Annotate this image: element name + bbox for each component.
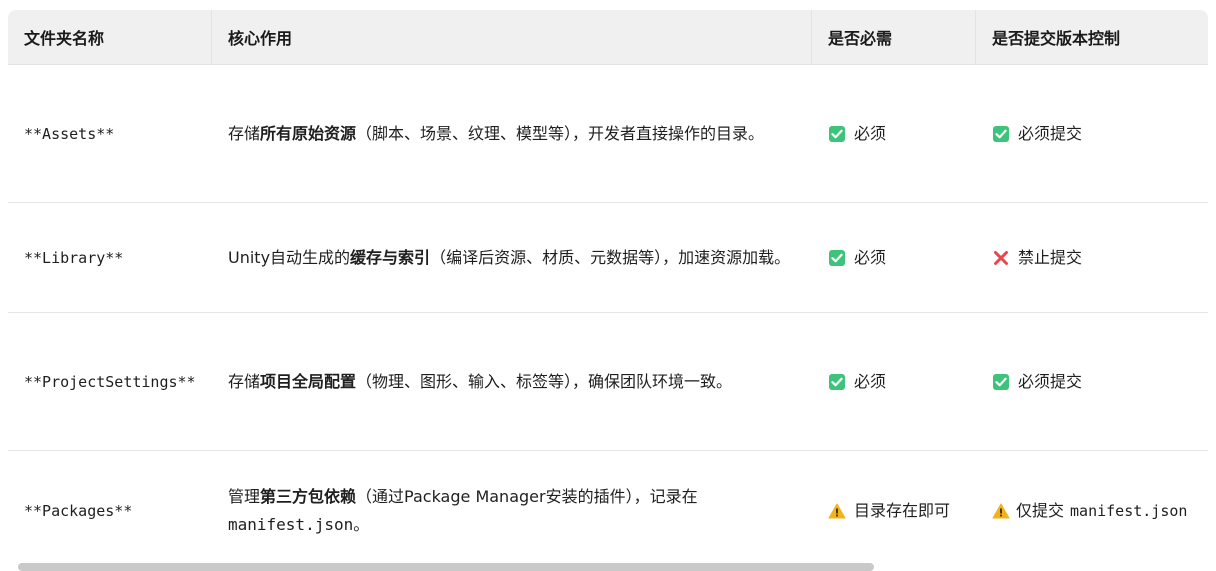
vc-cell: 必须提交	[976, 313, 1208, 450]
folder-name: **Library**	[24, 248, 124, 267]
table-row: **Packages** 管理第三方包依赖（通过Package Manager安…	[8, 451, 1208, 571]
check-icon	[828, 125, 846, 143]
required-cell: 目录存在即可	[812, 451, 976, 571]
check-icon	[828, 249, 846, 267]
required-cell: 必须	[812, 65, 976, 202]
folder-name: **ProjectSettings**	[24, 372, 196, 391]
check-icon	[828, 373, 846, 391]
vc-cell: 禁止提交	[976, 203, 1208, 312]
vc-status: 仅提交	[1016, 501, 1065, 520]
check-icon	[992, 373, 1010, 391]
table-row: **Assets** 存储所有原始资源（脚本、场景、纹理、模型等），开发者直接操…	[8, 65, 1208, 203]
warning-icon	[828, 502, 846, 520]
header-core-role: 核心作用	[212, 10, 812, 64]
vc-cell: 必须提交	[976, 65, 1208, 202]
folder-description: 存储所有原始资源（脚本、场景、纹理、模型等），开发者直接操作的目录。	[228, 123, 765, 143]
required-status: 必须	[854, 247, 887, 267]
table-row: **ProjectSettings** 存储项目全局配置（物理、图形、输入、标签…	[8, 313, 1208, 451]
header-required: 是否必需	[812, 10, 976, 64]
required-cell: 必须	[812, 313, 976, 450]
table-row: **Library** Unity自动生成的缓存与索引（编译后资源、材质、元数据…	[8, 203, 1208, 313]
folder-description: 存储项目全局配置（物理、图形、输入、标签等），确保团队环境一致。	[228, 371, 733, 391]
table-header: 文件夹名称 核心作用 是否必需 是否提交版本控制	[8, 10, 1208, 65]
folder-name: **Assets**	[24, 124, 115, 143]
cross-icon	[992, 249, 1010, 267]
vc-status-file: manifest.json	[1070, 502, 1188, 520]
folder-description: 管理第三方包依赖（通过Package Manager安装的插件），记录在 mani…	[228, 487, 698, 534]
vc-cell: 仅提交 manifest.json	[976, 451, 1208, 571]
horizontal-scrollbar[interactable]	[18, 563, 874, 571]
required-status: 必须	[854, 123, 887, 143]
required-cell: 必须	[812, 203, 976, 312]
vc-status: 必须提交	[1018, 371, 1083, 391]
folder-description: Unity自动生成的缓存与索引（编译后资源、材质、元数据等），加速资源加载。	[228, 247, 791, 267]
required-status: 目录存在即可	[854, 501, 951, 520]
header-version-control: 是否提交版本控制	[992, 29, 1121, 48]
folder-name: **Packages**	[24, 502, 133, 520]
header-folder-name: 文件夹名称	[8, 10, 212, 64]
check-icon	[992, 125, 1010, 143]
vc-status: 禁止提交	[1018, 247, 1083, 267]
warning-icon	[992, 502, 1010, 520]
vc-status: 必须提交	[1018, 123, 1083, 143]
table: 文件夹名称 核心作用 是否必需 是否提交版本控制 **Assets** 存储所有…	[8, 10, 1208, 571]
required-status: 必须	[854, 371, 887, 391]
